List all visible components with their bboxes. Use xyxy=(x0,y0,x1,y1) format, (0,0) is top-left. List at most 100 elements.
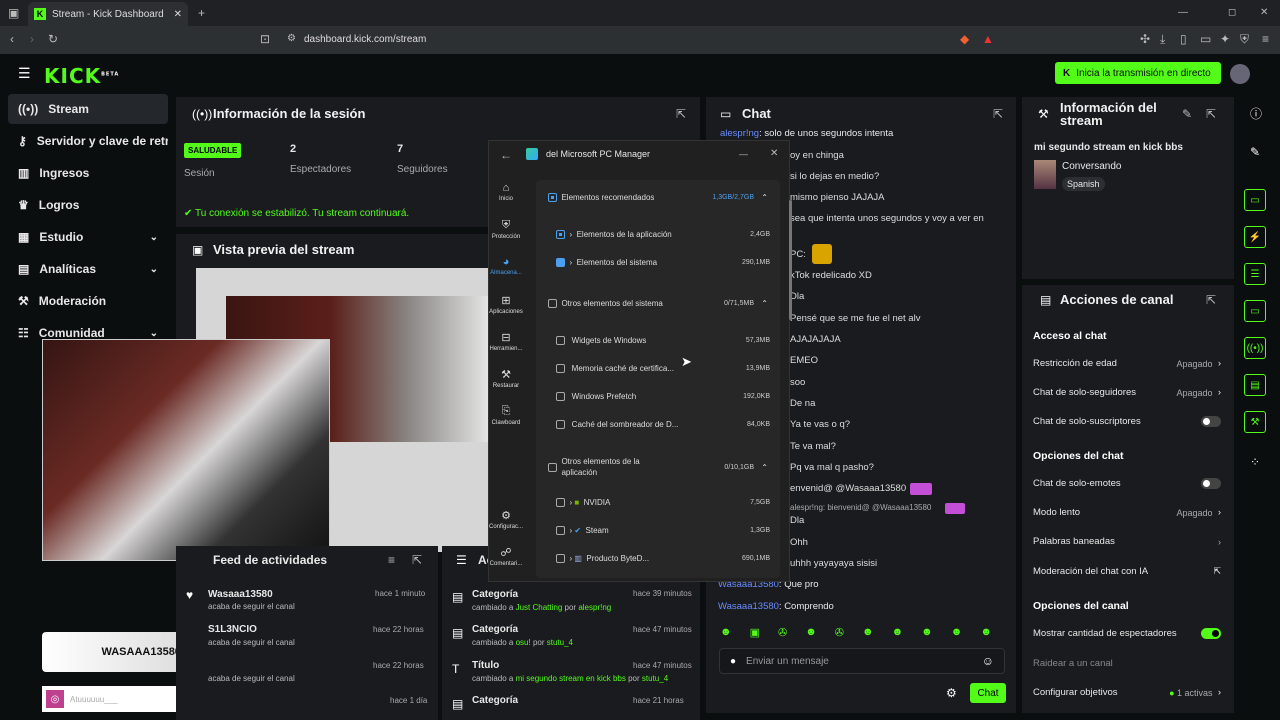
raid-row[interactable]: Raidear a un canal xyxy=(1033,658,1221,669)
pcm-row[interactable]: › Elementos del sistema 290,1MB xyxy=(556,258,770,267)
pcm-row[interactable]: › ▥ Producto ByteD... 690,1MB xyxy=(556,554,770,563)
goals-row[interactable]: Configurar objetivos ● 1 activas › xyxy=(1033,687,1221,698)
checkbox[interactable] xyxy=(556,420,565,429)
age-restriction-row[interactable]: Restricción de edad Apagado › xyxy=(1033,358,1221,369)
pcm-nav-settings[interactable]: ⚙ Configurac... xyxy=(488,509,524,530)
window-close-icon[interactable]: ✕ xyxy=(1260,6,1268,20)
back-icon[interactable]: ‹ xyxy=(10,32,14,46)
chevron-up-icon[interactable]: ⌃ xyxy=(761,463,768,472)
checkbox[interactable] xyxy=(548,462,557,472)
go-live-button[interactable]: K Inicia la transmisión en directo xyxy=(1055,62,1221,84)
pcm-row[interactable]: › ✔ Steam 1,3GB xyxy=(556,526,770,535)
filter-icon[interactable]: ≡ xyxy=(388,553,395,567)
pcm-close-icon[interactable]: ✕ xyxy=(770,147,778,161)
pcm-row[interactable]: Memoria caché de certifica... 13,9MB xyxy=(556,364,770,373)
rail-broadcast-button[interactable]: ((•)) xyxy=(1244,337,1266,359)
pcm-row[interactable]: Caché del sombreador de D... 84,0KB xyxy=(556,420,770,429)
rewards-icon[interactable]: ▲ xyxy=(982,32,994,46)
sidebar-item-income[interactable]: ▥ Ingresos xyxy=(8,158,168,188)
popout-icon[interactable]: ⇱ xyxy=(412,553,422,567)
popout-icon[interactable]: ⇱ xyxy=(993,107,1003,121)
pcm-nav-tools[interactable]: ⊟ Herramien... xyxy=(488,331,524,352)
sidebar-item-studio[interactable]: ▦ Estudio ⌄ xyxy=(8,222,168,252)
checkbox[interactable] xyxy=(548,299,557,308)
wallet-icon[interactable]: ▭ xyxy=(1200,32,1211,46)
site-info-icon[interactable]: ⚙ xyxy=(287,32,296,46)
pcm-row[interactable]: › Elementos de la aplicación 2,4GB xyxy=(556,230,770,239)
pcm-nav-apps[interactable]: ⊞ Aplicaciones xyxy=(488,294,524,315)
rail-session-button[interactable]: ▭ xyxy=(1244,189,1266,211)
chevron-right-icon[interactable]: › xyxy=(569,498,572,507)
checkbox[interactable] xyxy=(556,392,565,401)
new-tab-icon[interactable]: + xyxy=(198,6,205,20)
pcm-nav-clipboard[interactable]: ⎘ Clawboard xyxy=(488,405,524,426)
show-viewers-toggle[interactable] xyxy=(1201,628,1221,639)
pcm-row[interactable]: Windows Prefetch 192,0KB xyxy=(556,392,770,401)
pcm-row[interactable]: Widgets de Windows 57,3MB xyxy=(556,336,770,345)
pcm-minimize-icon[interactable]: — xyxy=(739,147,748,161)
pcm-nav-protection[interactable]: ⛨ Protección xyxy=(488,219,524,240)
sidebar-toggle-icon[interactable]: ▯ xyxy=(1180,32,1187,46)
popout-icon[interactable]: ⇱ xyxy=(1206,107,1216,121)
chevron-right-icon[interactable]: › xyxy=(569,554,572,563)
banned-words-row[interactable]: Palabras baneadas › xyxy=(1033,536,1221,547)
emote-icon[interactable]: ☻ xyxy=(892,626,904,642)
info-icon[interactable]: ⓘ xyxy=(1250,107,1262,121)
subs-only-toggle[interactable] xyxy=(1201,416,1221,427)
download-icon[interactable]: ⤓ xyxy=(1160,32,1165,46)
kick-logo[interactable]: KICKBETA xyxy=(44,64,119,88)
emote-icon[interactable]: ☻ xyxy=(805,626,817,642)
ai-moderation-row[interactable]: Moderación del chat con IA ⇱ xyxy=(1033,566,1221,577)
rail-actions-button[interactable]: ▤ xyxy=(1244,374,1266,396)
pcm-nav-feedback[interactable]: ☍ Comentari... xyxy=(488,546,524,567)
emote-icon[interactable]: ✇ xyxy=(778,626,787,642)
emote-icon[interactable]: ☻ xyxy=(980,626,992,642)
sidebar-item-moderation[interactable]: ⚒ Moderación xyxy=(8,286,168,316)
rail-chat-button[interactable]: ▭ xyxy=(1244,300,1266,322)
sidebar-item-achievements[interactable]: ♛ Logros xyxy=(8,190,168,220)
chat-username[interactable]: alespr!ng xyxy=(720,128,759,139)
sidebar-item-server-key[interactable]: ⚷ Servidor y clave de retransmisión xyxy=(8,126,168,156)
emote-icon[interactable]: ☻ xyxy=(951,626,963,642)
emote-icon[interactable]: ▣ xyxy=(750,626,760,642)
minimize-icon[interactable]: — xyxy=(1178,6,1188,20)
emote-icon[interactable]: ☻ xyxy=(720,626,732,642)
chevron-up-icon[interactable]: ⌃ xyxy=(761,299,768,308)
rail-lightning-button[interactable]: ⚡ xyxy=(1244,226,1266,248)
reload-icon[interactable]: ↻ xyxy=(48,32,58,46)
chevron-right-icon[interactable]: › xyxy=(569,258,572,267)
chevron-right-icon[interactable]: › xyxy=(569,230,572,239)
widgets-icon[interactable]: ⁘ xyxy=(1250,455,1260,469)
followers-only-row[interactable]: Chat de solo-seguidores Apagado › xyxy=(1033,387,1221,398)
user-avatar[interactable] xyxy=(1230,64,1250,84)
checkbox[interactable] xyxy=(556,498,565,507)
checkbox[interactable] xyxy=(556,554,565,563)
chat-input[interactable]: ● Enviar un mensaje ☺ xyxy=(719,648,1005,674)
send-chat-button[interactable]: Chat xyxy=(970,683,1006,703)
back-arrow-icon[interactable]: ← xyxy=(500,148,512,162)
checkbox[interactable] xyxy=(556,526,565,535)
checkbox[interactable] xyxy=(556,230,565,239)
vpn-icon[interactable]: ⛨ xyxy=(1240,32,1249,46)
pcm-row[interactable]: › ■ NVIDIA 7,5GB xyxy=(556,498,770,507)
popout-icon[interactable]: ⇱ xyxy=(676,107,686,121)
emote-icon[interactable]: ☻ xyxy=(921,626,933,642)
maximize-icon[interactable]: ◻ xyxy=(1228,6,1236,20)
chat-username[interactable]: Wasaaa13580 xyxy=(718,601,779,612)
emoji-icon[interactable]: ☺ xyxy=(982,654,994,668)
pcm-nav-restore[interactable]: ⚒ Restaurar xyxy=(488,368,524,389)
hamburger-icon[interactable]: ☰ xyxy=(18,66,31,80)
rail-tools-button[interactable]: ⚒ xyxy=(1244,411,1266,433)
checkbox[interactable] xyxy=(556,364,565,373)
chevron-up-icon[interactable]: ⌃ xyxy=(761,193,768,202)
slow-mode-row[interactable]: Modo lento Apagado › xyxy=(1033,507,1221,518)
checkbox[interactable] xyxy=(556,336,565,345)
checkbox[interactable] xyxy=(548,193,557,202)
sidebar-item-stream[interactable]: ((•)) Stream xyxy=(8,94,168,124)
pcm-nav-home[interactable]: ⌂ Inicio xyxy=(488,182,524,202)
pcm-row[interactable]: Elementos recomendados 1,3GB/2,7GB ⌃ xyxy=(548,193,768,202)
emotes-only-toggle[interactable] xyxy=(1201,478,1221,489)
browser-menu-icon[interactable]: ▣ xyxy=(8,6,19,20)
rail-list-button[interactable]: ☰ xyxy=(1244,263,1266,285)
url-field[interactable]: dashboard.kick.com/stream xyxy=(280,31,946,49)
